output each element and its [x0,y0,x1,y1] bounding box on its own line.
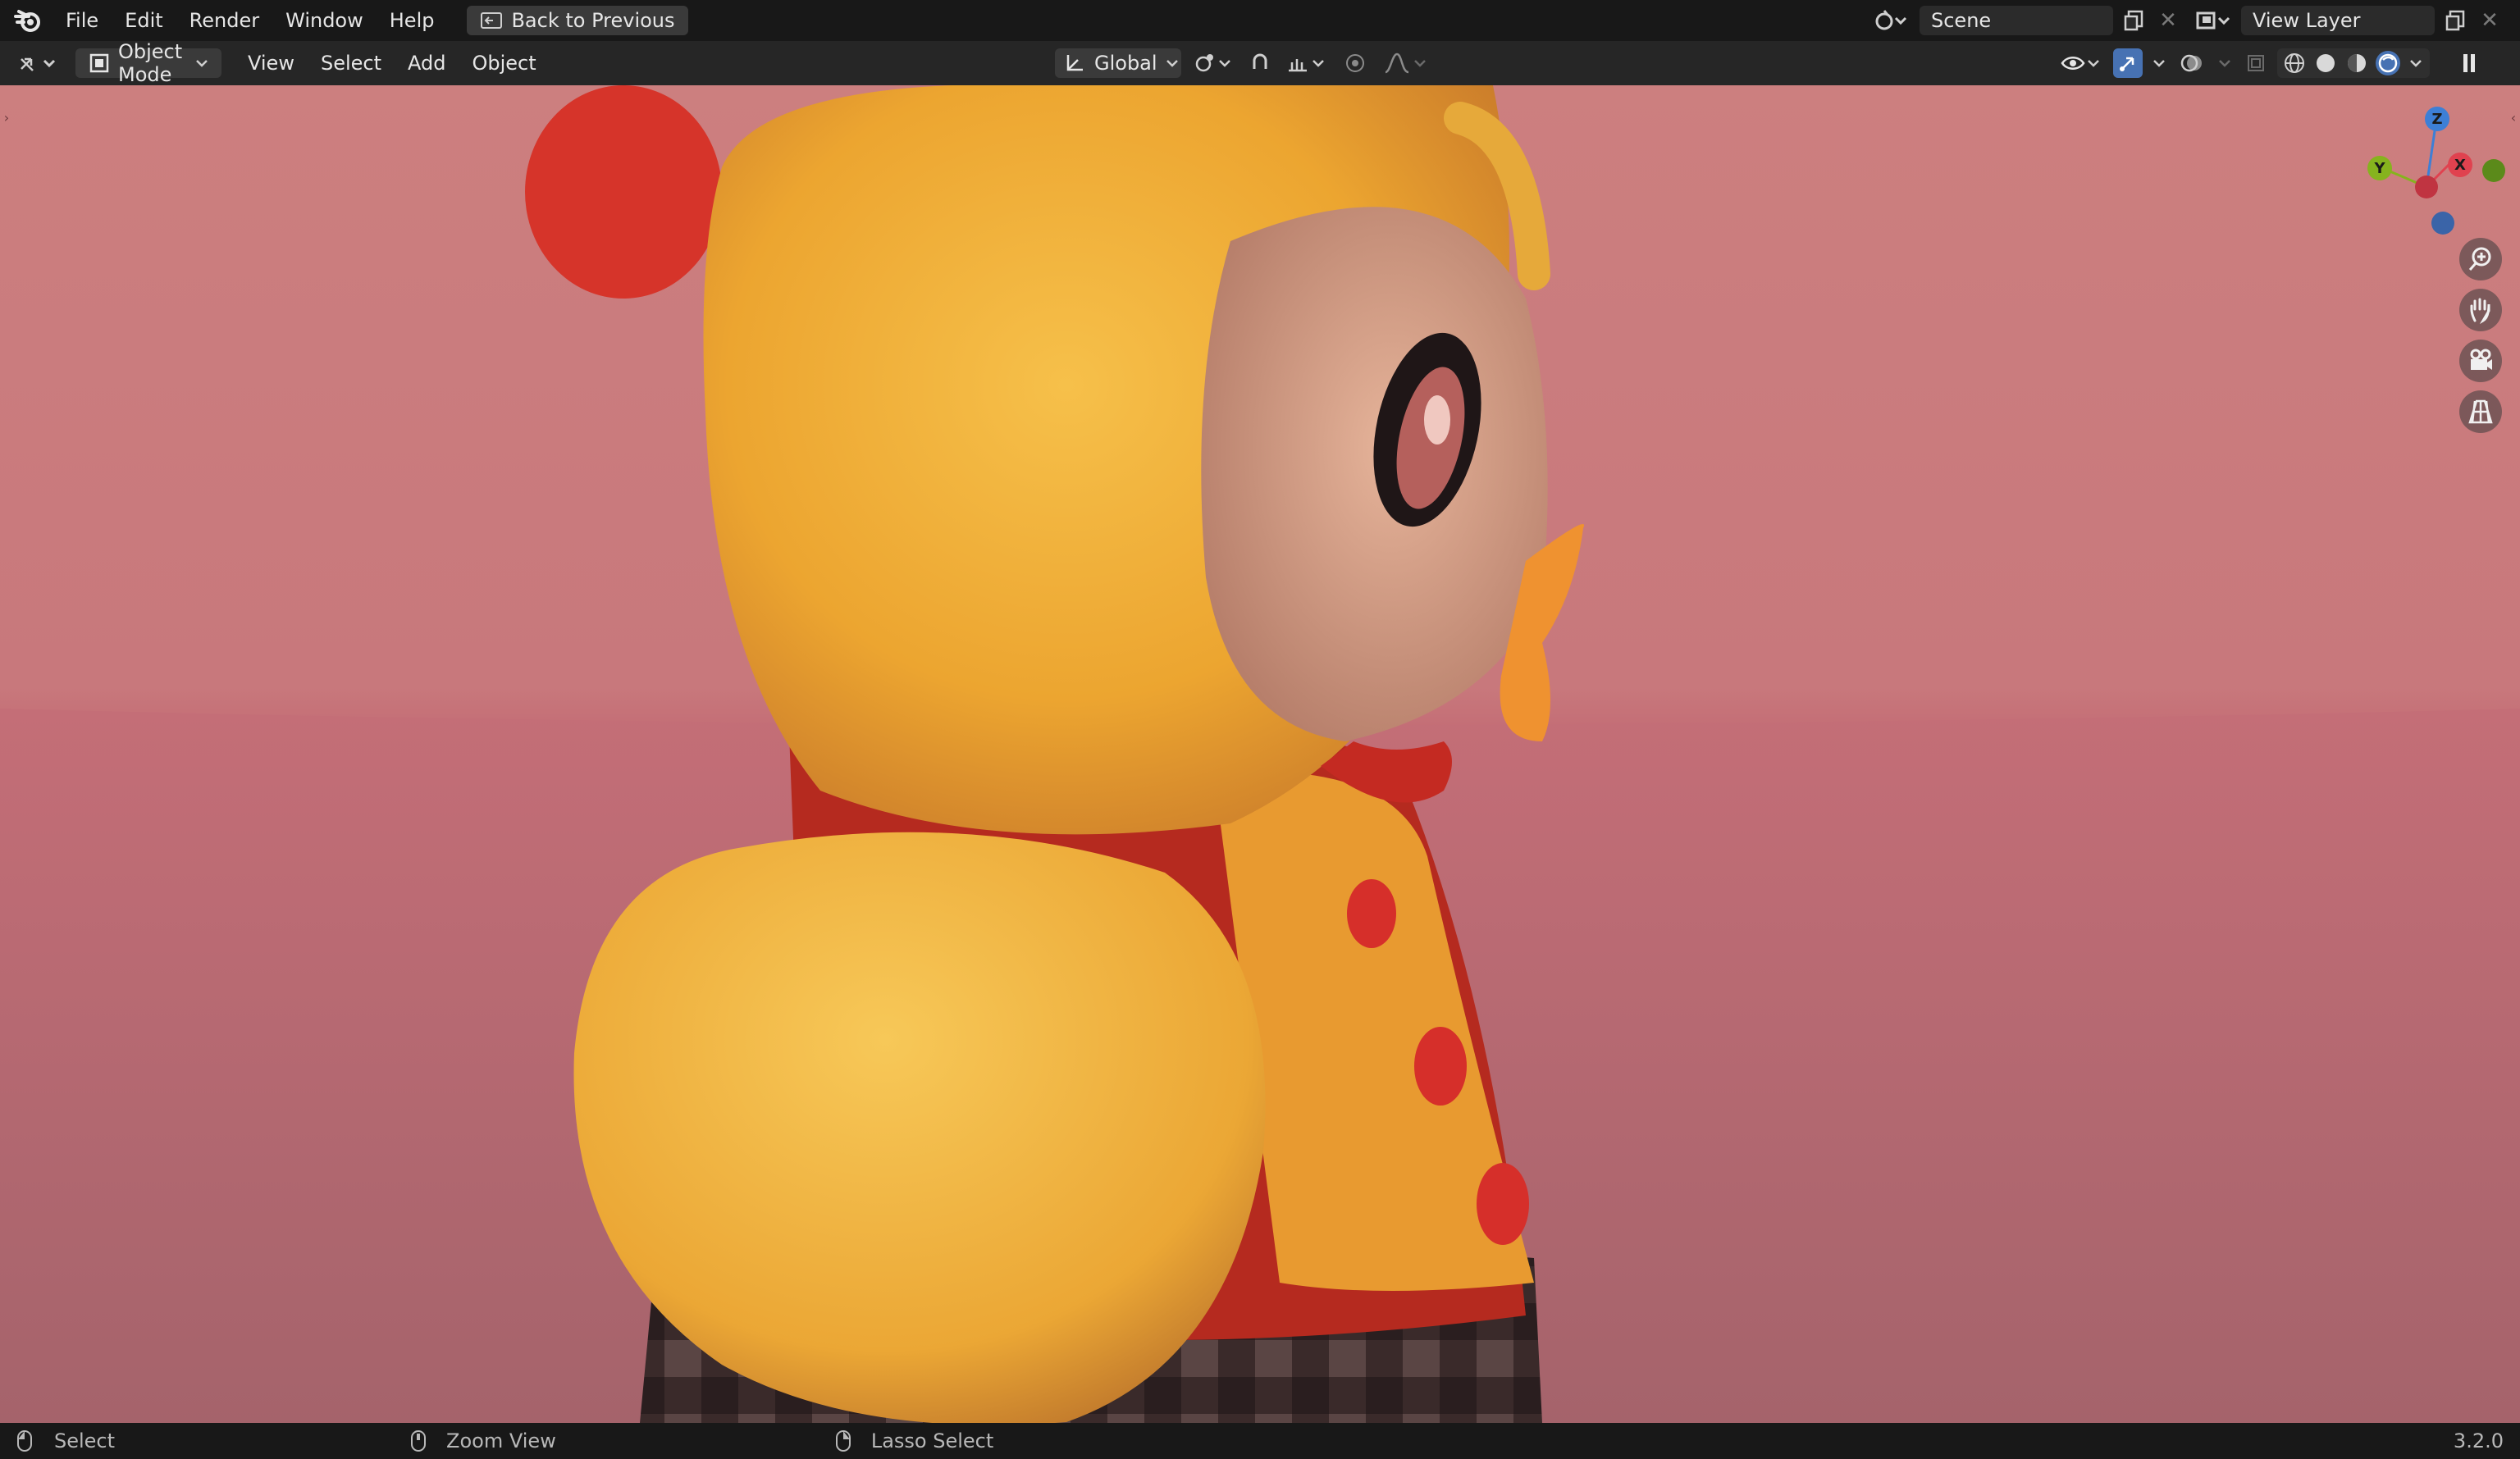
orientation-icon [1063,52,1086,75]
rendered-scene [0,85,2520,1423]
menu-file[interactable]: File [52,9,112,32]
left-mouse-icon [16,1429,33,1452]
camera-icon [2467,347,2495,375]
navigation-gizmo[interactable]: Z Y X [2362,102,2510,249]
status-bar: Select Zoom View Lasso Select 3.2.0 [0,1423,2520,1459]
chevron-down-icon [1166,58,1179,68]
menu-view[interactable]: View [235,52,308,75]
scene-selector-icon[interactable] [1870,6,1915,35]
view-layer-name: View Layer [2253,9,2361,32]
pan-view-button[interactable] [2459,289,2502,331]
grid-perspective-icon [2467,398,2495,426]
orientation-label: Global [1094,52,1157,75]
falloff-curve-icon[interactable] [1380,48,1432,78]
visibility-eye-icon[interactable] [2057,48,2107,78]
menu-select[interactable]: Select [308,52,395,75]
rendered-shading-icon[interactable] [2376,51,2400,75]
gizmo-y-axis[interactable]: Y [2367,156,2392,180]
snap-target-icon[interactable] [1283,48,1331,78]
viewport-header: Object Mode View Select Add Object Globa… [0,40,2520,86]
transform-orientation-dropdown[interactable]: Global [1055,48,1181,78]
blender-logo-icon[interactable] [11,4,44,37]
material-preview-shading-icon[interactable] [2344,51,2369,75]
status-lasso-label: Lasso Select [870,1429,994,1452]
gizmo-y-label: Y [2374,159,2385,177]
editor-type-icon[interactable] [13,48,62,78]
show-gizmo-icon[interactable] [2113,48,2143,78]
chevron-down-icon [195,58,208,68]
menu-add[interactable]: Add [395,52,459,75]
menu-edit[interactable]: Edit [112,9,176,32]
new-view-layer-icon[interactable] [2440,6,2472,35]
scene-name: Scene [1931,9,1992,32]
top-menu-bar: File Edit Render Window Help Back to Pre… [0,0,2520,41]
status-select-label: Select [54,1429,116,1452]
gizmo-neg-y-axis[interactable] [2482,159,2505,182]
overlays-dropdown-chevron-icon[interactable] [2215,48,2235,78]
middle-mouse-icon [410,1429,427,1452]
back-to-previous-label: Back to Previous [511,9,675,32]
back-to-previous-button[interactable]: Back to Previous [467,6,688,35]
menu-help[interactable]: Help [377,9,448,32]
menu-window[interactable]: Window [272,9,377,32]
overlays-icon[interactable] [2175,48,2208,78]
hand-icon [2467,296,2495,324]
gizmo-neg-x-axis[interactable] [2415,176,2438,198]
view-layer-selector-icon[interactable] [2192,6,2236,35]
pause-render-icon[interactable] [2453,48,2486,78]
version-label: 3.2.0 [2453,1429,2504,1452]
right-mouse-icon [835,1429,851,1452]
solid-shading-icon[interactable] [2313,51,2338,75]
menu-object[interactable]: Object [459,52,549,75]
object-mode-label: Object Mode [118,40,183,86]
object-mode-icon [89,52,110,74]
snap-toggle-icon[interactable] [1245,48,1275,78]
camera-view-button[interactable] [2459,340,2502,382]
status-zoom-label: Zoom View [446,1429,556,1452]
delete-view-layer-icon[interactable]: ✕ [2477,6,2502,35]
pivot-point-icon[interactable] [1189,48,1237,78]
scene-name-field[interactable]: Scene [1920,6,2113,35]
sidebar-toggle-arrow-icon[interactable]: ‹ [2509,108,2518,126]
proportional-editing-icon[interactable] [1339,48,1372,78]
menu-render[interactable]: Render [176,9,272,32]
gizmo-x-axis[interactable]: X [2448,153,2472,177]
gizmo-neg-z-axis[interactable] [2431,212,2454,235]
gizmo-dropdown-chevron-icon[interactable] [2149,48,2169,78]
3d-viewport[interactable]: Z Y X › ‹ [0,85,2520,1423]
view-layer-name-field[interactable]: View Layer [2241,6,2435,35]
object-mode-dropdown[interactable]: Object Mode [75,40,221,86]
gizmo-z-label: Z [2431,110,2443,128]
shading-dropdown-chevron-icon[interactable] [2407,51,2425,75]
delete-scene-icon[interactable]: ✕ [2156,6,2180,35]
back-icon [480,11,503,30]
toolbar-toggle-arrow-icon[interactable]: › [2,108,11,126]
gizmo-x-label: X [2454,156,2466,174]
new-scene-icon[interactable] [2118,6,2151,35]
xray-toggle-icon[interactable] [2241,48,2271,78]
zoom-icon [2467,245,2495,273]
gizmo-z-axis[interactable]: Z [2425,107,2449,131]
zoom-view-button[interactable] [2459,238,2502,280]
wireframe-shading-icon[interactable] [2282,51,2307,75]
toggle-projection-button[interactable] [2459,390,2502,433]
